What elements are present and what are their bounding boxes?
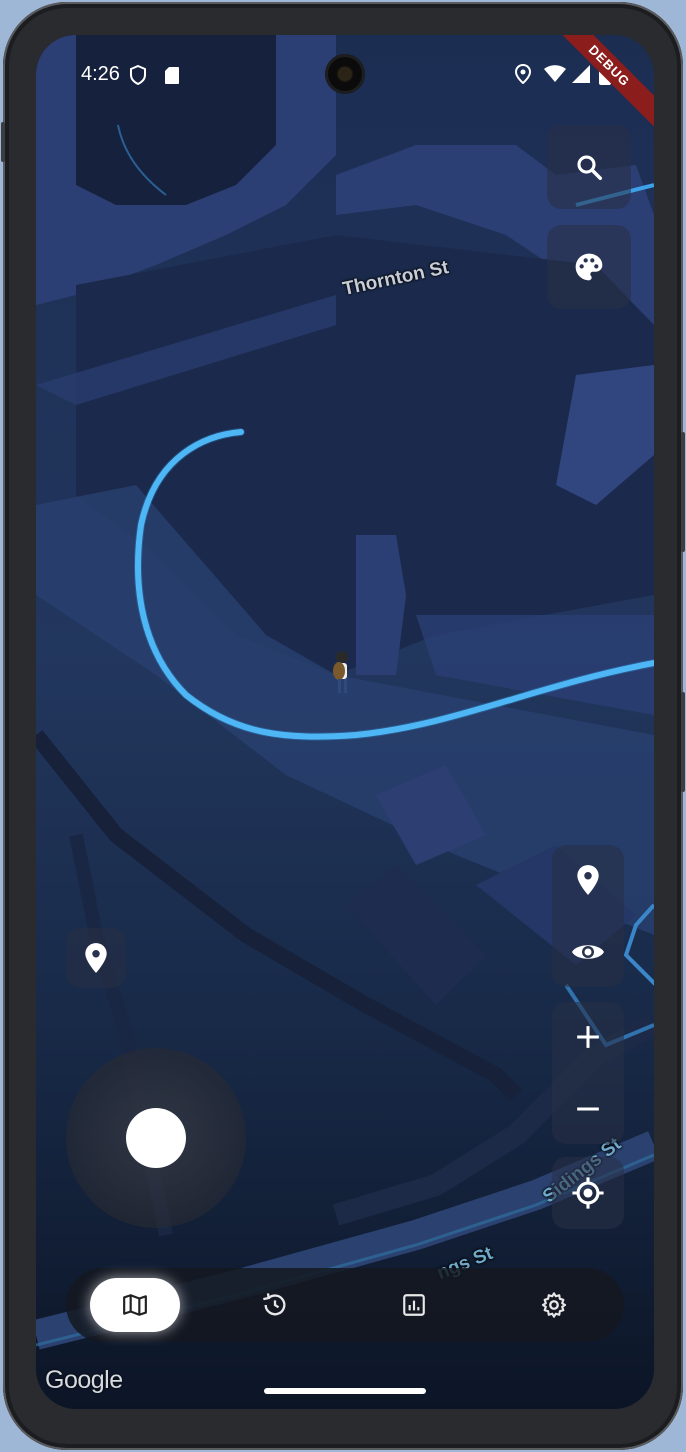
location-pin-icon xyxy=(85,943,107,973)
location-icon xyxy=(515,64,531,84)
cell-signal-icon xyxy=(572,65,590,83)
history-icon xyxy=(263,1293,286,1316)
bottom-navigation xyxy=(66,1268,624,1342)
zoom-in-button[interactable] xyxy=(552,1002,624,1072)
chart-icon xyxy=(403,1294,425,1316)
home-indicator[interactable] xyxy=(264,1388,426,1394)
google-attribution[interactable]: Google xyxy=(45,1366,123,1395)
palette-icon xyxy=(575,253,603,281)
visibility-button[interactable] xyxy=(552,917,624,987)
phone-frame: Thornton St Sidings St ngs St 4:26 xyxy=(1,2,685,1450)
minus-icon xyxy=(577,1107,599,1111)
nav-map-tab[interactable] xyxy=(90,1278,180,1332)
location-pin-icon xyxy=(577,865,599,895)
front-camera xyxy=(325,54,365,94)
plus-icon xyxy=(577,1026,599,1048)
status-time: 4:26 xyxy=(81,63,120,85)
crosshair-icon xyxy=(572,1177,604,1209)
volume-button xyxy=(681,432,685,552)
zoom-out-button[interactable] xyxy=(552,1074,624,1144)
my-location-button[interactable] xyxy=(552,1157,624,1229)
status-bar: 4:26 xyxy=(36,35,654,115)
wifi-icon xyxy=(544,65,566,82)
screen: Thornton St Sidings St ngs St 4:26 xyxy=(36,35,654,1409)
sd-card-icon xyxy=(165,67,179,84)
zoom-controls-group xyxy=(552,1002,624,1144)
joystick-knob[interactable] xyxy=(126,1108,186,1168)
map-block xyxy=(356,535,406,675)
nav-history-tab[interactable] xyxy=(230,1278,320,1332)
nav-stats-tab[interactable] xyxy=(369,1278,459,1332)
drop-pin-button[interactable] xyxy=(66,928,126,988)
my-location-icon-wrap xyxy=(552,1158,624,1228)
search-icon xyxy=(577,155,602,180)
side-button xyxy=(1,122,5,162)
search-button[interactable] xyxy=(547,125,631,209)
gear-icon xyxy=(541,1292,567,1318)
joystick[interactable] xyxy=(66,1048,246,1228)
nav-settings-tab[interactable] xyxy=(509,1278,599,1332)
eye-icon xyxy=(572,945,604,959)
map-icon xyxy=(123,1294,147,1316)
power-button xyxy=(681,692,685,792)
shield-icon xyxy=(130,65,146,85)
theme-button[interactable] xyxy=(547,225,631,309)
map-controls-group xyxy=(552,845,624,987)
pin-button[interactable] xyxy=(552,845,624,915)
